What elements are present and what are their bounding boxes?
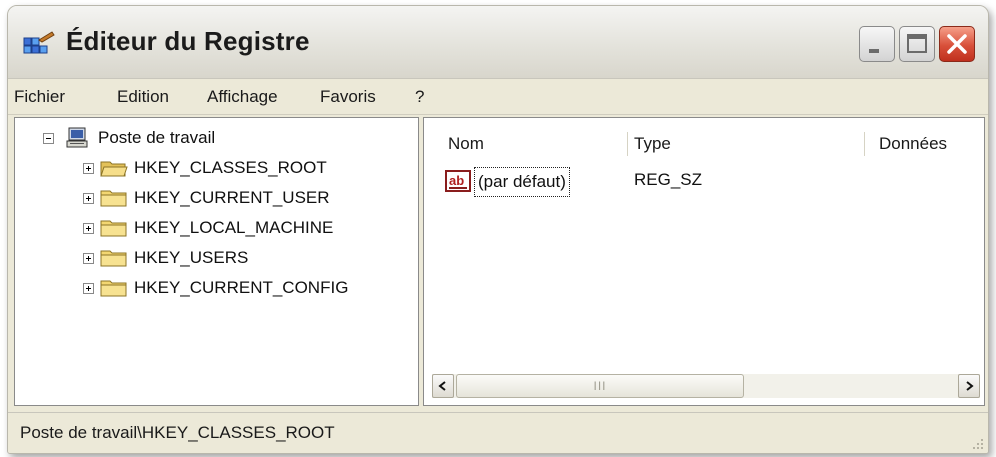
tree-item-hkey-users[interactable]: HKEY_USERS xyxy=(83,244,248,272)
scroll-left-button[interactable] xyxy=(432,374,454,398)
tree-label: HKEY_LOCAL_MACHINE xyxy=(134,218,334,237)
status-bar: Poste de travail\HKEY_CLASSES_ROOT xyxy=(8,412,988,453)
close-icon xyxy=(947,34,967,54)
maximize-icon xyxy=(907,34,927,53)
folder-icon xyxy=(100,190,127,207)
folder-icon xyxy=(100,280,127,297)
tree-label: HKEY_CURRENT_CONFIG xyxy=(134,278,349,297)
menu-fichier[interactable]: Fichier xyxy=(14,87,65,107)
close-button[interactable] xyxy=(939,26,975,62)
resize-grip-icon[interactable] xyxy=(970,436,984,450)
tree-item-hkey-classes-root[interactable]: HKEY_CLASSES_ROOT xyxy=(83,154,327,182)
registry-editor-window: Éditeur du Registre Fichier Edition Affi… xyxy=(7,5,989,454)
scroll-thumb[interactable]: III xyxy=(456,374,744,398)
tree-item-hkey-current-user[interactable]: HKEY_CURRENT_USER xyxy=(83,184,330,212)
menu-edition[interactable]: Edition xyxy=(117,87,169,107)
maximize-button[interactable] xyxy=(899,26,935,62)
title-bar[interactable]: Éditeur du Registre xyxy=(8,6,988,79)
column-separator[interactable] xyxy=(864,132,865,156)
registry-editor-icon xyxy=(23,31,55,54)
minimize-icon xyxy=(869,49,879,53)
tree-item-hkey-local-machine[interactable]: HKEY_LOCAL_MACHINE xyxy=(83,214,333,242)
expand-toggle[interactable] xyxy=(83,192,94,204)
expand-toggle[interactable] xyxy=(83,222,94,234)
string-value-ab-icon: ab xyxy=(445,170,471,192)
tree-label-root: Poste de travail xyxy=(98,128,216,147)
value-name[interactable]: (par défaut) xyxy=(474,167,570,197)
menu-help[interactable]: ? xyxy=(415,87,424,107)
expand-toggle[interactable] xyxy=(83,282,94,294)
status-path: Poste de travail\HKEY_CLASSES_ROOT xyxy=(20,423,335,442)
tree-label: HKEY_USERS xyxy=(134,248,249,267)
tree-label: HKEY_CURRENT_USER xyxy=(134,188,330,207)
values-list-pane[interactable]: Nom Type Données ab (par défaut) REG_SZ … xyxy=(423,117,985,406)
chevron-left-icon xyxy=(438,381,446,391)
tree-label: HKEY_CLASSES_ROOT xyxy=(134,158,327,177)
computer-icon xyxy=(66,127,88,148)
key-tree-pane[interactable]: Poste de travail HKEY_CLASSES_ROOT HKEY_… xyxy=(14,117,419,406)
folder-icon xyxy=(100,220,127,237)
tree-item-hkey-current-config[interactable]: HKEY_CURRENT_CONFIG xyxy=(83,274,348,302)
tree-item-root[interactable]: Poste de travail xyxy=(43,124,215,152)
scroll-right-button[interactable] xyxy=(958,374,980,398)
folder-open-icon xyxy=(100,161,128,177)
svg-text:ab: ab xyxy=(449,173,464,188)
menu-bar: Fichier Edition Affichage Favoris ? xyxy=(8,79,988,115)
chevron-right-icon xyxy=(966,381,974,391)
expand-toggle[interactable] xyxy=(83,162,94,174)
window-title: Éditeur du Registre xyxy=(66,26,310,56)
folder-icon xyxy=(100,250,127,267)
menu-favoris[interactable]: Favoris xyxy=(320,87,376,107)
minimize-button[interactable] xyxy=(859,26,895,62)
column-header-type[interactable]: Type xyxy=(634,134,671,154)
column-header-nom[interactable]: Nom xyxy=(448,134,484,154)
column-separator[interactable] xyxy=(627,132,628,156)
horizontal-scrollbar[interactable]: III xyxy=(432,374,980,398)
column-header-donnees[interactable]: Données xyxy=(879,134,947,154)
menu-affichage[interactable]: Affichage xyxy=(207,87,278,107)
value-type: REG_SZ xyxy=(634,170,703,189)
collapse-toggle[interactable] xyxy=(43,132,54,144)
expand-toggle[interactable] xyxy=(83,252,94,264)
